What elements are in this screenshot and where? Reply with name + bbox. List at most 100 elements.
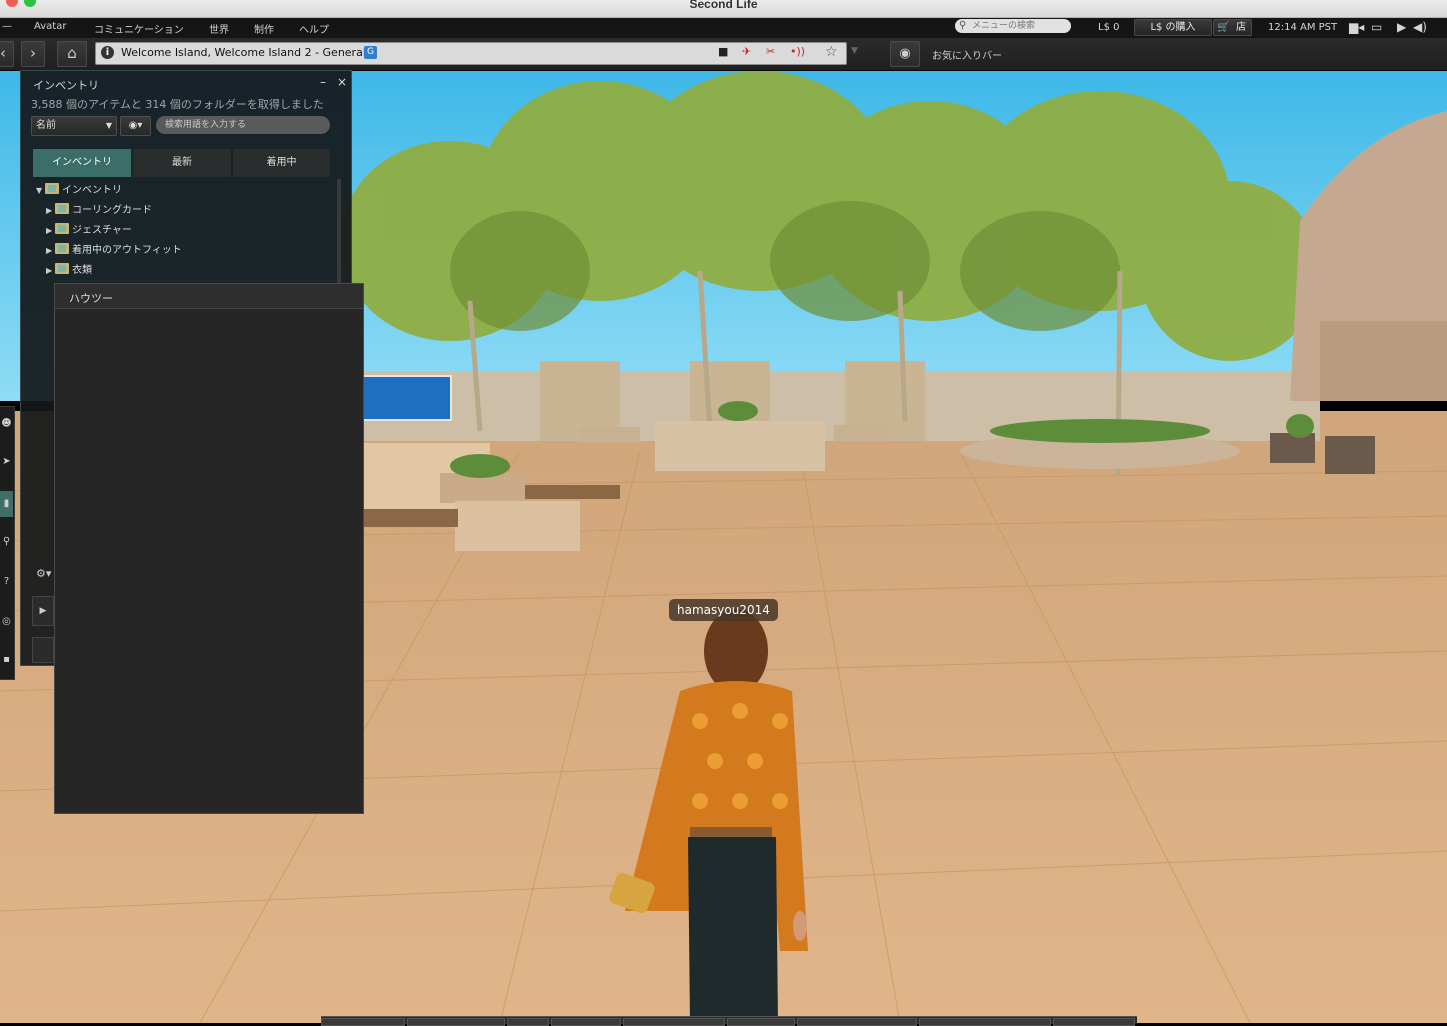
- menu-search-placeholder: メニューの検索: [972, 21, 1036, 31]
- inventory-icon: ▮: [3, 498, 10, 509]
- inventory-search-placeholder: 検索用語を入力する: [165, 120, 247, 130]
- menu-world[interactable]: 世界: [209, 21, 229, 36]
- back-button[interactable]: ‹: [0, 41, 14, 67]
- favorite-star-icon[interactable]: ☆: [825, 44, 838, 60]
- favorites-bar-label: お気に入りバー: [932, 51, 1002, 62]
- home-icon: ⌂: [67, 44, 77, 62]
- inventory-search-input[interactable]: 検索用語を入力する: [156, 116, 330, 134]
- tree-root-inventory[interactable]: ▼ インベントリ: [36, 181, 122, 196]
- bottom-toolbar-button[interactable]: [623, 1018, 725, 1026]
- search-icon: ⚲: [959, 20, 967, 31]
- chevron-right-icon[interactable]: ▶: [46, 206, 55, 215]
- tree-item-label: コーリングカード: [72, 205, 152, 216]
- shop-label: 店: [1236, 22, 1246, 33]
- tree-item-label: インベントリ: [62, 185, 122, 196]
- tree-item-clothing[interactable]: ▶ 衣類: [46, 261, 92, 276]
- monitor-icon[interactable]: ▭: [1371, 20, 1382, 34]
- tab-worn[interactable]: 着用中: [233, 149, 330, 177]
- move-icon: ➤: [2, 456, 11, 467]
- target-icon: ◎: [2, 616, 11, 627]
- home-button[interactable]: ⌂: [57, 41, 87, 67]
- toolbar-howto-button[interactable]: ?: [0, 569, 13, 595]
- bottom-toolbar-button[interactable]: [407, 1018, 505, 1026]
- bottom-toolbar-button[interactable]: [797, 1018, 917, 1026]
- chevron-down-icon[interactable]: ▼: [36, 186, 45, 195]
- bottom-toolbar-button[interactable]: [321, 1018, 405, 1026]
- menu-search-input[interactable]: ⚲ メニューの検索: [955, 19, 1071, 33]
- menu-avatar[interactable]: Avatar: [34, 21, 66, 32]
- tree-item-calling-cards[interactable]: ▶ コーリングカード: [46, 201, 152, 216]
- chevron-down-icon: ▼: [105, 121, 112, 130]
- menu-collapse-icon[interactable]: —: [2, 21, 12, 32]
- search-bulb-button[interactable]: ◉: [890, 41, 920, 67]
- cart-icon: 🛒: [1217, 22, 1230, 33]
- no-fly-icon: ✈: [742, 45, 752, 58]
- bottom-toolbar-button[interactable]: [507, 1018, 549, 1026]
- tree-item-current-outfit[interactable]: ▶ 着用中のアウトフィット: [46, 241, 182, 256]
- folder-icon: [45, 183, 59, 194]
- howto-icon: ?: [3, 576, 10, 587]
- linden-balance[interactable]: L$ 0: [1098, 22, 1119, 33]
- no-voice-icon: •)): [790, 45, 806, 58]
- avatar-nametag: hamasyou2014: [669, 599, 778, 621]
- howto-panel: ハウツー: [54, 283, 364, 814]
- video-icon[interactable]: ▆◂: [1349, 20, 1364, 34]
- chevron-right-icon[interactable]: ▶: [46, 246, 55, 255]
- camera-icon: ▪: [3, 654, 10, 665]
- shop-button[interactable]: 🛒 店: [1213, 19, 1252, 36]
- play-media-icon[interactable]: ▶: [1397, 20, 1406, 34]
- howto-content: [60, 309, 358, 809]
- tree-item-label: 着用中のアウトフィット: [72, 245, 182, 256]
- menu-build[interactable]: 制作: [254, 21, 274, 36]
- search-icon: ⚲: [2, 536, 11, 547]
- howto-header[interactable]: ハウツー: [55, 284, 363, 309]
- bottom-toolbar-button[interactable]: [727, 1018, 795, 1026]
- view-options-button[interactable]: ◉▾: [120, 116, 151, 136]
- toolbar-snapshot-button[interactable]: ◎: [0, 609, 13, 635]
- location-dropdown-icon[interactable]: ▼: [851, 46, 858, 56]
- menu-communication[interactable]: コミュニケーション: [94, 21, 184, 36]
- howto-title: ハウツー: [69, 292, 113, 305]
- forward-button[interactable]: ›: [21, 41, 45, 67]
- people-icon: ☻: [1, 418, 12, 429]
- folder-icon: [55, 223, 69, 234]
- info-icon[interactable]: i: [101, 46, 114, 59]
- location-input[interactable]: i Welcome Island, Welcome Island 2 - Gen…: [95, 42, 847, 65]
- toolbar-people-button[interactable]: ☻: [0, 411, 13, 437]
- folder-icon: [55, 263, 69, 274]
- bottom-toolbar-button[interactable]: [1053, 1018, 1135, 1026]
- inventory-bottom-button[interactable]: [32, 637, 54, 663]
- location-text: Welcome Island, Welcome Island 2 - Gener…: [121, 46, 366, 59]
- toolbar-camera-button[interactable]: ▪: [0, 647, 13, 673]
- inventory-expand-button[interactable]: ▶: [32, 596, 54, 626]
- minimize-icon[interactable]: –: [320, 75, 326, 89]
- close-icon[interactable]: ×: [337, 75, 347, 89]
- bottom-toolbar-button[interactable]: [551, 1018, 621, 1026]
- maturity-badge: G: [364, 46, 377, 59]
- tree-item-label: 衣類: [72, 265, 92, 276]
- tree-item-gestures[interactable]: ▶ ジェスチャー: [46, 221, 132, 236]
- inventory-tabs: インベントリ 最新 着用中: [33, 149, 330, 177]
- folder-icon: [55, 243, 69, 254]
- sort-dropdown[interactable]: 名前 ▼: [31, 116, 117, 136]
- tree-item-label: ジェスチャー: [72, 225, 132, 236]
- window-title: Second Life: [689, 0, 758, 11]
- clock: 12:14 AM PST: [1268, 22, 1338, 33]
- buy-linden-button[interactable]: L$ の購入: [1134, 19, 1212, 36]
- folder-icon: [55, 203, 69, 214]
- toolbar-move-button[interactable]: ➤: [0, 449, 13, 475]
- no-push-icon: ✂: [766, 45, 776, 58]
- volume-icon[interactable]: ◀): [1413, 20, 1427, 34]
- chevron-right-icon[interactable]: ▶: [46, 226, 55, 235]
- toolbar-inventory-button[interactable]: ▮: [0, 491, 13, 517]
- chevron-right-icon[interactable]: ▶: [46, 266, 55, 275]
- toolbar-search-button[interactable]: ⚲: [0, 529, 13, 555]
- navigation-bar: ‹ › ⌂ i Welcome Island, Welcome Island 2…: [0, 38, 1447, 71]
- left-toolbar: ☻ ➤ ▮ ⚲ ? ◎ ▪: [0, 406, 15, 680]
- bottom-toolbar-button[interactable]: [919, 1018, 1051, 1026]
- tree-scrollbar[interactable]: [337, 179, 341, 289]
- tab-recent[interactable]: 最新: [133, 149, 231, 177]
- tab-inventory[interactable]: インベントリ: [33, 149, 131, 177]
- menu-help[interactable]: ヘルプ: [299, 21, 329, 36]
- gear-icon[interactable]: ⚙▾: [36, 567, 51, 580]
